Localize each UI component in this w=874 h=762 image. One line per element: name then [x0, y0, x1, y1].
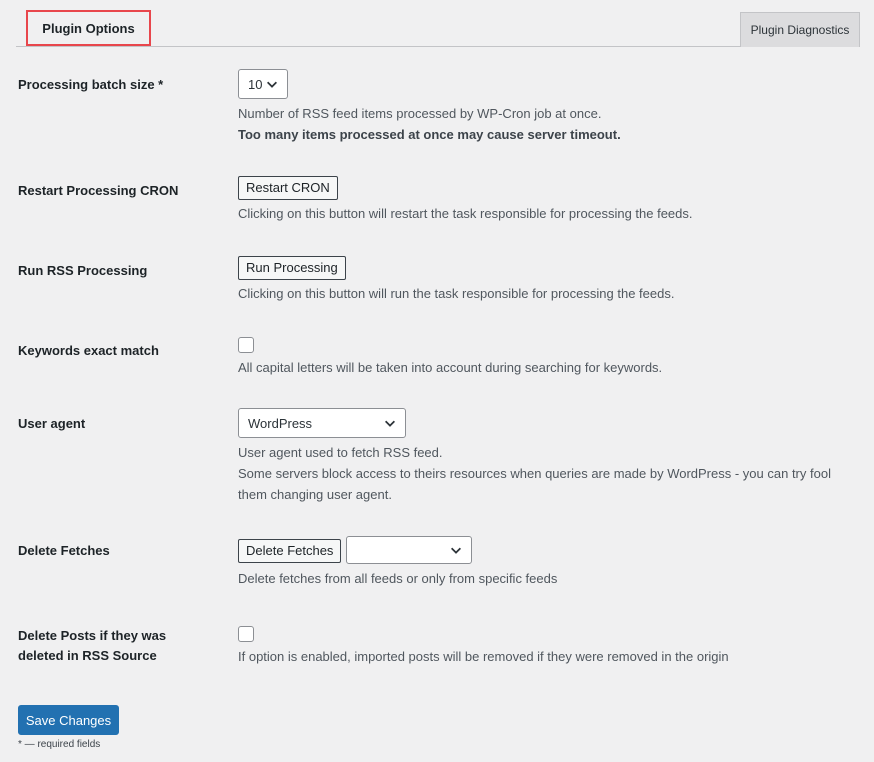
chevron-down-icon [385, 420, 395, 427]
user-agent-note: Some servers block access to theirs reso… [238, 466, 831, 502]
delete-posts-row: Delete Posts if they was deleted in RSS … [18, 626, 858, 671]
delete-posts-label: Delete Posts if they was deleted in RSS … [18, 628, 167, 663]
plugin-settings-page: Plugin Options Plugin Diagnostics Proces… [0, 0, 874, 762]
delete-fetches-select[interactable] [346, 536, 473, 564]
save-changes-button[interactable]: Save Changes [18, 705, 119, 735]
keywords-row: Keywords exact match All capital letters… [18, 337, 858, 382]
batch-size-label: Processing batch size * [18, 77, 164, 92]
restart-cron-label: Restart Processing CRON [18, 183, 179, 198]
user-agent-value: WordPress [248, 415, 313, 431]
chevron-down-icon [451, 547, 462, 554]
user-agent-description: User agent used to fetch RSS feed. [238, 445, 443, 460]
keywords-label: Keywords exact match [18, 343, 159, 358]
delete-fetches-button[interactable]: Delete Fetches [238, 539, 342, 563]
keywords-exact-match-checkbox[interactable] [238, 337, 254, 353]
batch-size-select[interactable]: 10 [238, 69, 288, 99]
run-processing-label: Run RSS Processing [18, 263, 148, 278]
settings-tabs: Plugin Options Plugin Diagnostics [16, 10, 860, 47]
delete-posts-checkbox[interactable] [238, 626, 254, 642]
batch-size-row: Processing batch size * 10 Number of RSS… [18, 68, 858, 148]
user-agent-label: User agent [18, 416, 86, 431]
run-processing-button[interactable]: Run Processing [238, 256, 346, 280]
delete-fetches-description: Delete fetches from all feeds or only fr… [238, 571, 558, 586]
delete-fetches-row: Delete Fetches Delete Fetches Delete fet… [18, 536, 858, 591]
chevron-down-icon [267, 81, 277, 88]
restart-cron-button[interactable]: Restart CRON [238, 176, 338, 200]
batch-size-description: Number of RSS feed items processed by WP… [238, 106, 602, 121]
tab-plugin-options[interactable]: Plugin Options [26, 10, 151, 46]
batch-size-warning: Too many items processed at once may cau… [238, 127, 621, 142]
user-agent-select[interactable]: WordPress [238, 408, 406, 438]
user-agent-row: User agent WordPress User agent used to … [18, 408, 858, 508]
restart-cron-description: Clicking on this button will restart the… [238, 206, 693, 221]
restart-cron-row: Restart Processing CRON Restart CRON Cli… [18, 176, 858, 226]
run-processing-description: Clicking on this button will run the tas… [238, 286, 675, 301]
batch-size-value: 10 [248, 76, 263, 92]
delete-fetches-label: Delete Fetches [18, 543, 110, 558]
keywords-description: All capital letters will be taken into a… [238, 360, 663, 375]
run-processing-row: Run RSS Processing Run Processing Clicki… [18, 256, 858, 306]
tab-plugin-diagnostics[interactable]: Plugin Diagnostics [740, 12, 860, 47]
required-fields-note: * — required fields [18, 739, 101, 750]
delete-posts-description: If option is enabled, imported posts wil… [238, 649, 729, 664]
